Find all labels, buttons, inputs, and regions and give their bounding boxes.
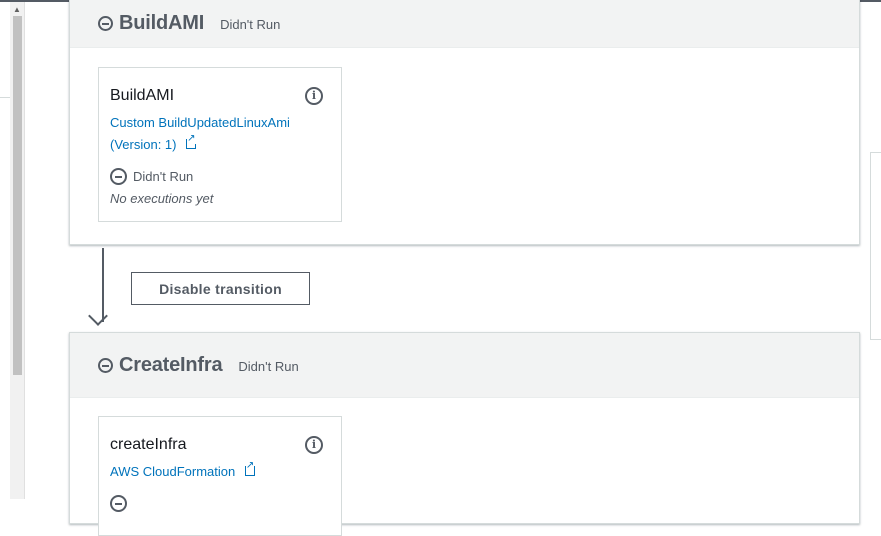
side-panel-edge [870, 152, 881, 340]
action-card-buildami: BuildAMI i Custom BuildUpdatedLinuxAmi (… [98, 67, 342, 222]
provider-line-2: (Version: 1) [110, 137, 177, 152]
minus-circle-icon [110, 168, 127, 185]
action-status [110, 495, 330, 512]
action-status: Didn't Run [110, 168, 330, 185]
provider-line-1: Custom BuildUpdatedLinuxAmi [110, 115, 290, 130]
minus-circle-icon [110, 495, 127, 512]
external-link-icon [186, 134, 197, 149]
stage-createinfra: CreateInfra Didn't Run createInfra i AWS… [69, 332, 860, 536]
scroll-thumb[interactable] [13, 16, 22, 375]
minus-circle-icon [98, 15, 113, 31]
action-provider-link[interactable]: AWS CloudFormation [110, 461, 330, 483]
vertical-scrollbar[interactable]: ▲ [10, 2, 25, 499]
stage-status: Didn't Run [238, 359, 299, 374]
disable-transition-button[interactable]: Disable transition [131, 272, 310, 305]
left-divider [0, 97, 10, 98]
info-icon[interactable]: i [305, 436, 323, 454]
external-link-icon [244, 461, 255, 476]
action-execution-detail: No executions yet [110, 191, 214, 206]
stage-header: BuildAMI Didn't Run [70, 0, 859, 48]
action-provider-link[interactable]: Custom BuildUpdatedLinuxAmi (Version: 1) [110, 112, 330, 156]
stage-title: BuildAMI [119, 11, 205, 34]
stage-header: CreateInfra Didn't Run [70, 333, 859, 398]
stage-buildami: BuildAMI Didn't Run BuildAMI i Custom Bu… [69, 0, 860, 245]
stage-status: Didn't Run [220, 17, 281, 32]
provider-line-1: AWS CloudFormation [110, 464, 236, 479]
action-name: BuildAMI [110, 87, 175, 104]
scroll-up-arrow-icon[interactable]: ▲ [10, 4, 24, 16]
minus-circle-icon [98, 357, 113, 373]
info-icon[interactable]: i [305, 87, 323, 105]
arrow-down-icon [88, 306, 108, 326]
action-name: createInfra [110, 436, 187, 453]
stage-title: CreateInfra [119, 353, 223, 376]
action-card-createinfra: createInfra i AWS CloudFormation [98, 416, 342, 536]
action-status-text: Didn't Run [133, 169, 194, 184]
